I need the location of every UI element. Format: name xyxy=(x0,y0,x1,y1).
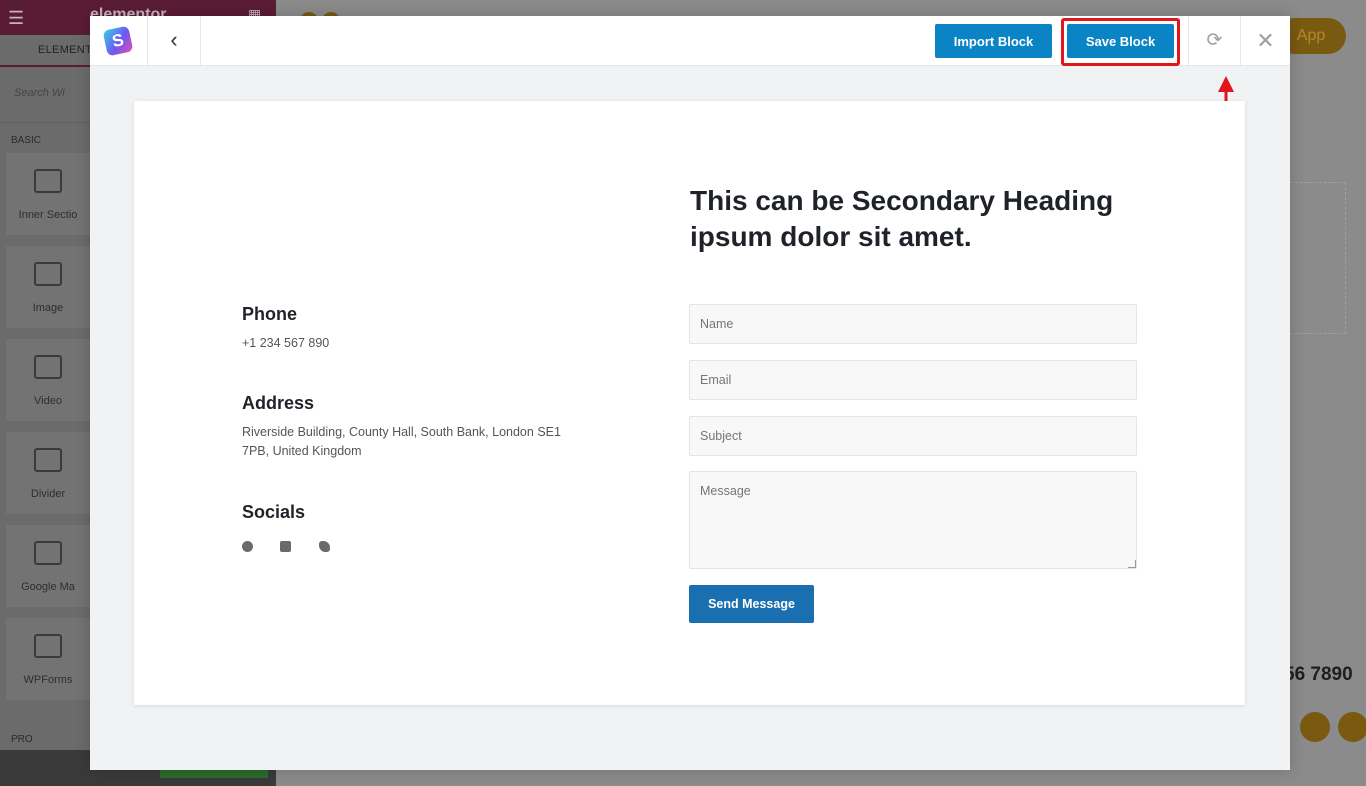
close-button[interactable]: ✕ xyxy=(1240,16,1290,66)
widget-label: Divider xyxy=(30,488,66,500)
back-button[interactable]: ‹ xyxy=(148,16,201,66)
phone-value: +1 234 567 890 xyxy=(242,336,330,350)
widget-label: Inner Sectio xyxy=(18,209,78,221)
linkedin-icon[interactable] xyxy=(280,541,292,553)
youtube-icon xyxy=(1338,712,1366,742)
message-field[interactable] xyxy=(689,471,1137,569)
save-block-button[interactable]: Save Block xyxy=(1067,24,1174,58)
widget-inner-section[interactable]: Inner Sectio xyxy=(6,153,90,235)
subject-field[interactable] xyxy=(689,416,1137,456)
category-pro: PRO xyxy=(11,734,33,745)
widget-label: Image xyxy=(32,302,64,314)
columns-icon xyxy=(34,169,62,193)
refresh-button[interactable]: ⟳ xyxy=(1188,16,1240,66)
block-preview: This can be Secondary Heading ipsum dolo… xyxy=(134,101,1245,705)
facebook-icon[interactable] xyxy=(242,541,253,553)
import-block-button[interactable]: Import Block xyxy=(935,24,1052,58)
logo-cell: S xyxy=(90,16,148,66)
widget-video[interactable]: Video xyxy=(6,339,90,421)
chevron-left-icon: ‹ xyxy=(170,27,178,52)
address-value: Riverside Building, County Hall, South B… xyxy=(242,425,561,458)
widget-search-input[interactable]: Search Wi xyxy=(14,87,65,99)
widget-wpforms[interactable]: WPForms xyxy=(6,618,90,700)
app-logo-icon: S xyxy=(102,25,134,57)
widget-image[interactable]: Image xyxy=(6,246,90,328)
widget-label: Video xyxy=(34,395,62,407)
widget-divider[interactable]: Divider xyxy=(6,432,90,514)
modal-header: S ‹ Import Block Save Block ⟳ ✕ xyxy=(90,16,1290,66)
secondary-heading: This can be Secondary Heading ipsum dolo… xyxy=(690,185,1114,252)
resize-grip-icon[interactable] xyxy=(1128,560,1136,568)
hamburger-icon[interactable]: ☰ xyxy=(8,8,24,29)
instagram-icon xyxy=(1300,712,1330,742)
drop-zone xyxy=(1290,182,1346,334)
twitter-icon[interactable] xyxy=(318,541,330,553)
widget-label: Google Ma xyxy=(21,581,75,593)
divider-icon xyxy=(34,448,62,472)
image-icon xyxy=(34,262,62,286)
phone-title: Phone xyxy=(242,304,298,324)
widget-google-maps[interactable]: Google Ma xyxy=(6,525,90,607)
close-icon: ✕ xyxy=(1256,28,1275,53)
email-field[interactable] xyxy=(689,360,1137,400)
refresh-icon: ⟳ xyxy=(1206,30,1223,51)
map-icon xyxy=(34,541,62,565)
socials-title: Socials xyxy=(242,502,306,522)
template-library-modal: S ‹ Import Block Save Block ⟳ ✕ This can… xyxy=(90,16,1290,770)
social-links xyxy=(242,538,353,553)
send-message-button[interactable]: Send Message xyxy=(689,585,814,623)
video-icon xyxy=(34,355,62,379)
background-phone-text: 56 7890 xyxy=(1284,664,1353,685)
widget-label: WPForms xyxy=(23,674,73,686)
address-title: Address xyxy=(242,393,315,413)
name-field[interactable] xyxy=(689,304,1137,344)
form-icon xyxy=(34,634,62,658)
